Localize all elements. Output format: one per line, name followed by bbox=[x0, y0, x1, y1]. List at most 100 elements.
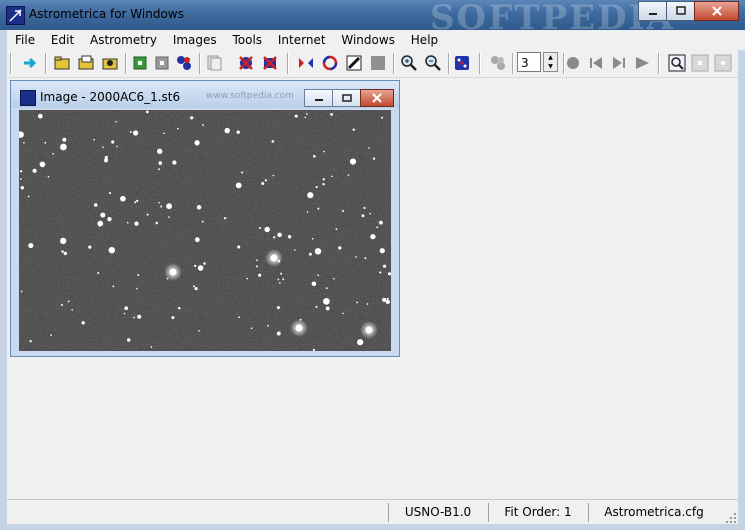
toolbar-separator bbox=[199, 53, 201, 74]
known-objects-icon[interactable] bbox=[261, 54, 279, 72]
star bbox=[98, 225, 101, 227]
star bbox=[372, 157, 376, 160]
image-window-title-bar[interactable]: Image - 2000AC6_1.st6 www.softpedia.com bbox=[11, 81, 399, 108]
star bbox=[382, 297, 387, 302]
star-field-image[interactable] bbox=[17, 110, 392, 352]
image-window: Image - 2000AC6_1.st6 www.softpedia.com bbox=[10, 80, 400, 357]
star bbox=[264, 179, 267, 182]
star bbox=[60, 237, 67, 245]
maximize-button[interactable] bbox=[666, 1, 695, 21]
aperture-icon[interactable] bbox=[321, 54, 339, 72]
star bbox=[120, 195, 126, 202]
previous-icon[interactable] bbox=[587, 54, 605, 72]
star bbox=[19, 170, 23, 173]
star bbox=[134, 221, 139, 226]
star bbox=[237, 245, 241, 249]
star bbox=[325, 287, 328, 290]
image-maximize-button[interactable] bbox=[332, 89, 361, 107]
inspect-icon[interactable] bbox=[668, 54, 686, 72]
connect-icon[interactable] bbox=[21, 54, 39, 72]
title-bar[interactable]: SOFTPEDIA Astrometrica for Windows bbox=[0, 0, 745, 38]
frame-spinner[interactable]: ▲ ▼ bbox=[543, 52, 558, 72]
star bbox=[146, 213, 149, 216]
close-button[interactable] bbox=[694, 1, 739, 21]
app-icon[interactable] bbox=[6, 6, 25, 25]
star bbox=[277, 278, 280, 281]
star bbox=[386, 297, 389, 300]
star bbox=[363, 206, 366, 210]
star bbox=[104, 155, 108, 159]
watermark-small: www.softpedia.com bbox=[206, 91, 294, 101]
catalog-icon[interactable] bbox=[489, 54, 507, 72]
star bbox=[93, 203, 98, 207]
menu-images[interactable]: Images bbox=[173, 30, 217, 50]
stack-icon[interactable] bbox=[205, 54, 223, 72]
star bbox=[20, 178, 22, 180]
star bbox=[356, 301, 358, 304]
move-icon[interactable] bbox=[131, 54, 149, 72]
menu-file[interactable]: File bbox=[15, 30, 35, 50]
frame-bottom bbox=[0, 524, 745, 530]
star bbox=[166, 203, 173, 210]
open-images-icon[interactable] bbox=[77, 54, 95, 72]
minimize-button[interactable] bbox=[638, 1, 667, 21]
star bbox=[108, 192, 112, 195]
star bbox=[52, 152, 54, 155]
zoom-out-icon[interactable] bbox=[424, 54, 442, 72]
menu-windows[interactable]: Windows bbox=[341, 30, 395, 50]
star bbox=[203, 262, 206, 265]
star bbox=[259, 226, 262, 229]
settings-icon[interactable] bbox=[714, 54, 732, 72]
image-close-button[interactable] bbox=[360, 89, 394, 107]
image-window-icon[interactable] bbox=[20, 90, 36, 106]
blink-icon[interactable] bbox=[153, 54, 171, 72]
star bbox=[190, 116, 194, 120]
star bbox=[311, 281, 317, 287]
frame-number-input[interactable]: 3 bbox=[517, 52, 541, 72]
square-icon[interactable] bbox=[369, 54, 387, 72]
move-stars-icon[interactable] bbox=[297, 54, 315, 72]
star bbox=[294, 114, 298, 118]
star bbox=[364, 257, 367, 260]
star bbox=[44, 141, 47, 144]
star bbox=[279, 282, 281, 284]
menu-help[interactable]: Help bbox=[411, 30, 438, 50]
star bbox=[123, 312, 126, 315]
open-folder-icon[interactable] bbox=[53, 54, 71, 72]
menu-tools[interactable]: Tools bbox=[233, 30, 263, 50]
toolbar-separator bbox=[125, 53, 127, 74]
star bbox=[314, 248, 322, 255]
star bbox=[238, 316, 240, 319]
next-icon[interactable] bbox=[610, 54, 628, 72]
draw-icon[interactable] bbox=[345, 54, 363, 72]
option-icon[interactable] bbox=[691, 54, 709, 72]
image-window-caption-buttons bbox=[304, 89, 394, 107]
menu-edit[interactable]: Edit bbox=[51, 30, 74, 50]
main-window: SOFTPEDIA Astrometrica for Windows File … bbox=[0, 0, 745, 530]
star bbox=[195, 143, 199, 146]
track-icon[interactable] bbox=[175, 54, 193, 72]
star bbox=[236, 130, 240, 134]
dice-icon[interactable] bbox=[453, 54, 471, 72]
zoom-in-icon[interactable] bbox=[400, 54, 418, 72]
star bbox=[100, 212, 106, 218]
toolbar-separator bbox=[448, 53, 450, 74]
star bbox=[136, 287, 138, 290]
menu-astrometry[interactable]: Astrometry bbox=[90, 30, 157, 50]
record-icon[interactable] bbox=[564, 54, 582, 72]
status-fit-order: Fit Order: 1 bbox=[488, 503, 587, 522]
star bbox=[50, 334, 52, 336]
menu-internet[interactable]: Internet bbox=[278, 30, 326, 50]
reduce-icon[interactable] bbox=[237, 54, 255, 72]
frame-left bbox=[0, 30, 7, 530]
toolbar-separator bbox=[10, 53, 12, 74]
star bbox=[304, 116, 307, 119]
star bbox=[93, 138, 95, 141]
star bbox=[235, 182, 242, 189]
play-icon[interactable] bbox=[633, 54, 651, 72]
bright-star bbox=[365, 326, 373, 334]
image-minimize-button[interactable] bbox=[304, 89, 333, 107]
star bbox=[129, 131, 132, 133]
open-dark-icon[interactable] bbox=[101, 54, 119, 72]
resize-grip[interactable] bbox=[724, 511, 738, 525]
